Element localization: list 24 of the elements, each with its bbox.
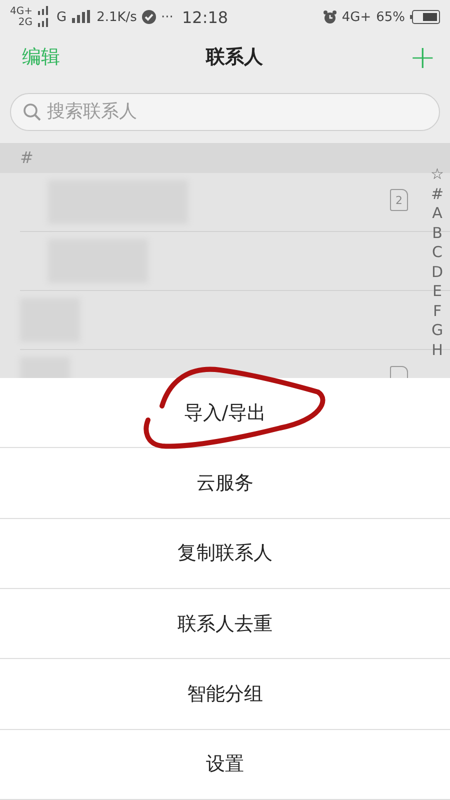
- search-icon: [23, 102, 41, 120]
- index-letter[interactable]: F: [432, 302, 442, 321]
- network-speed: 2.1K/s: [96, 10, 137, 24]
- index-letter[interactable]: C: [432, 243, 443, 262]
- network-label: 4G+: [342, 10, 372, 24]
- index-letter[interactable]: D: [431, 262, 444, 282]
- index-letter[interactable]: A: [432, 204, 442, 224]
- signal-icon: [72, 10, 92, 24]
- clock: 12:18: [182, 8, 228, 26]
- index-letter[interactable]: H: [432, 340, 443, 360]
- battery-icon: [410, 10, 440, 24]
- page-title: 联系人: [206, 45, 264, 70]
- index-letter[interactable]: G: [431, 321, 444, 340]
- sim-card-icon: 2: [390, 189, 408, 211]
- search-field[interactable]: 搜索联系人: [10, 92, 440, 130]
- alarm-icon: [322, 10, 337, 24]
- network-label: 4G+: [10, 6, 32, 17]
- network-label: 2G: [18, 17, 32, 28]
- battery-percent: 65%: [376, 10, 406, 24]
- index-letter[interactable]: #: [430, 184, 444, 204]
- check-icon: [142, 10, 156, 24]
- more-indicator: ···: [160, 10, 174, 24]
- network-label: G: [56, 10, 67, 24]
- index-letter[interactable]: E: [432, 282, 442, 302]
